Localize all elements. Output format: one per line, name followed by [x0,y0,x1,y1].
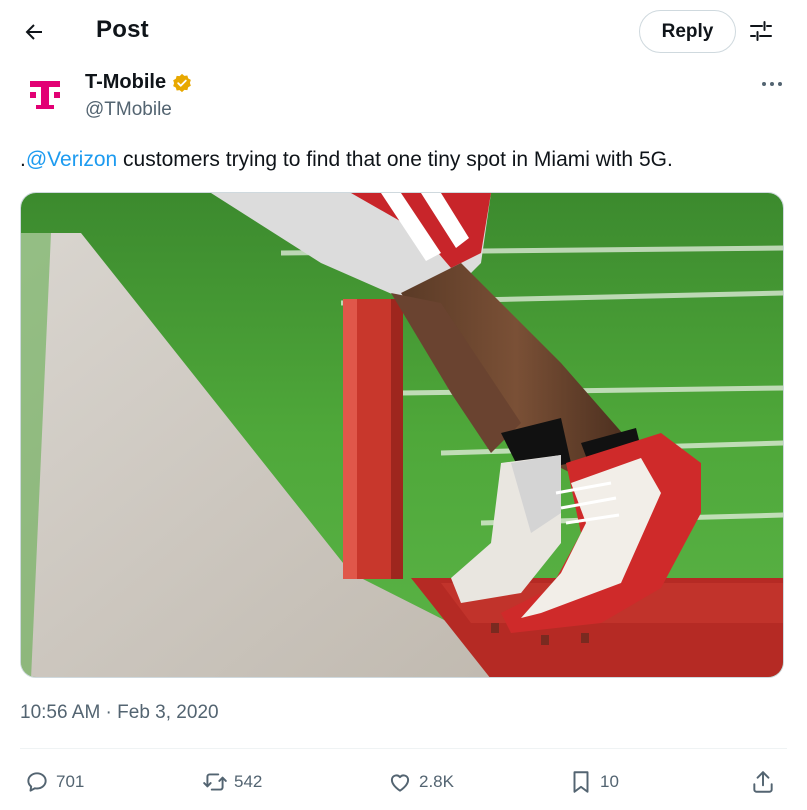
back-button[interactable] [14,12,54,52]
share-icon [753,771,773,793]
reply-action[interactable]: 701 [24,762,84,802]
tweet-media-photo[interactable] [20,192,784,678]
repost-icon [203,773,227,791]
photo-image [21,193,783,677]
tweet-body: customers trying to find that one tiny s… [117,148,673,171]
reply-icon [27,772,47,792]
bookmark-action[interactable]: 10 [568,762,619,802]
more-horizontal-icon [762,82,782,86]
share-action[interactable] [750,762,776,802]
post-timestamp[interactable]: 10:56 AM · Feb 3, 2020 [20,702,219,724]
author-name-row[interactable]: T-Mobile [85,71,192,94]
page-title: Post [96,16,149,43]
verified-badge-icon [173,73,191,92]
author-handle[interactable]: @TMobile [85,99,172,121]
action-bar: 701 542 2.8K 10 [0,762,807,802]
more-options-button[interactable] [755,72,789,96]
like-action[interactable]: 2.8K [387,762,454,802]
heart-icon [390,774,410,792]
reply-button[interactable]: Reply [639,10,736,53]
post-header: Post Reply [0,0,807,62]
reply-count: 701 [56,772,85,791]
divider [20,748,787,749]
avatar[interactable] [20,70,70,120]
author-name[interactable]: T-Mobile [85,71,166,94]
adjust-button[interactable] [744,14,778,48]
repost-count: 542 [234,772,263,791]
bookmark-count: 10 [600,772,619,791]
mention-link[interactable]: @Verizon [26,148,117,171]
tweet-text: .@Verizon customers trying to find that … [20,146,790,174]
sliders-icon [750,21,772,41]
bookmark-icon [573,771,589,793]
tmobile-logo-icon [30,81,60,109]
arrow-left-icon [25,24,42,40]
like-count: 2.8K [419,772,454,791]
repost-action[interactable]: 542 [202,762,262,802]
